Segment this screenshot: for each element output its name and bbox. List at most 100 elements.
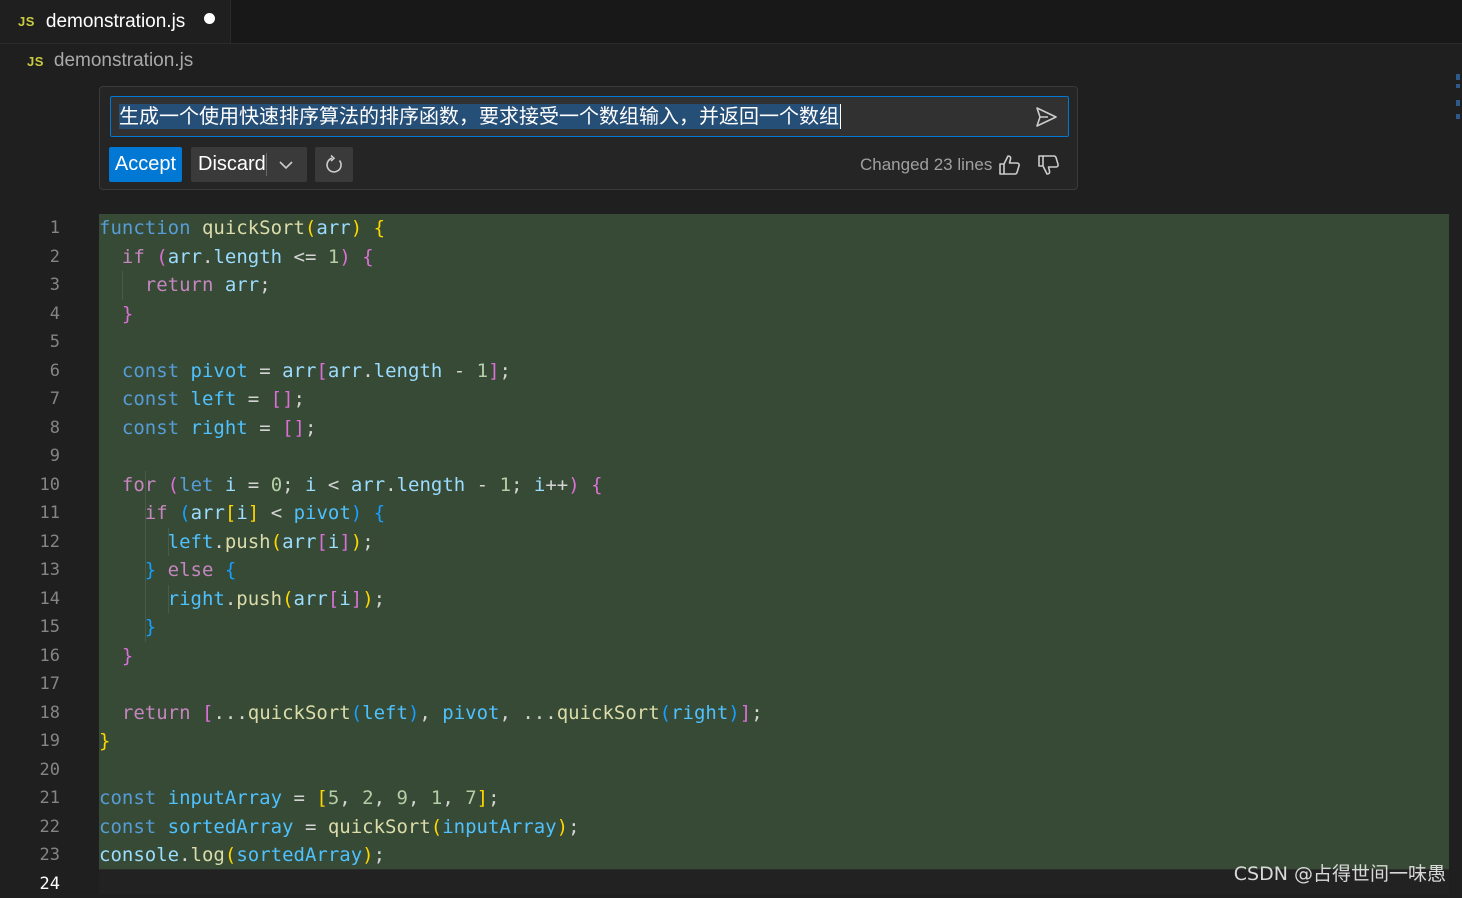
code-token: ] [248, 502, 259, 524]
thumbs-down-icon[interactable] [1036, 153, 1062, 177]
code-line[interactable]: } [99, 613, 156, 642]
code-token: length [213, 246, 282, 268]
code-token [580, 474, 591, 496]
line-number: 13 [0, 556, 60, 585]
code-token: ] [740, 702, 751, 724]
send-icon[interactable] [1034, 106, 1058, 128]
code-token: = [236, 388, 270, 410]
code-line[interactable]: } [99, 300, 133, 329]
code-token: arr [294, 588, 328, 610]
code-token: ( [271, 531, 282, 553]
code-token: right [671, 702, 728, 724]
line-number: 21 [0, 784, 60, 813]
code-token: = [282, 787, 316, 809]
code-token: log [191, 844, 225, 866]
line-number: 4 [0, 300, 60, 329]
code-line[interactable]: const inputArray = [5, 2, 9, 1, 7]; [99, 784, 500, 813]
discard-button[interactable]: Discard [191, 147, 307, 182]
code-token: [ [328, 588, 339, 610]
code-token: const [99, 816, 156, 838]
line-number: 7 [0, 385, 60, 414]
code-line[interactable]: } else { [99, 556, 236, 585]
line-number: 14 [0, 585, 60, 614]
code-line[interactable]: } [99, 642, 133, 671]
code-token: , [339, 787, 362, 809]
code-token: - [465, 474, 499, 496]
code-token [99, 645, 122, 667]
code-line[interactable]: const sortedArray = quickSort(inputArray… [99, 813, 580, 842]
line-number: 11 [0, 499, 60, 528]
code-token [156, 559, 167, 581]
code-line[interactable]: const pivot = arr[arr.length - 1]; [99, 357, 511, 386]
code-token: <= [282, 246, 328, 268]
code-token: arr [328, 360, 362, 382]
code-token: { [225, 559, 236, 581]
code-token: arr [225, 274, 259, 296]
minimap-markers[interactable] [1456, 74, 1460, 124]
code-token: ] [477, 787, 488, 809]
indent-guide [122, 271, 123, 300]
prompt-input[interactable]: 生成一个使用快速排序算法的排序函数，要求接受一个数组输入，并返回一个数组 [110, 96, 1069, 137]
code-token: arr [316, 217, 350, 239]
code-token: . [179, 844, 190, 866]
code-token: const [99, 787, 156, 809]
code-token: ) [557, 816, 568, 838]
code-editor[interactable]: 123456789101112131415161718192021222324 … [0, 214, 1462, 893]
code-token: function [99, 217, 191, 239]
code-token: ; [511, 474, 534, 496]
code-token: 7 [465, 787, 476, 809]
code-token: { [374, 502, 385, 524]
breadcrumb-filename[interactable]: demonstration.js [54, 50, 193, 72]
thumbs-up-icon[interactable] [997, 153, 1023, 177]
code-line[interactable]: const right = []; [99, 414, 316, 443]
code-line[interactable]: function quickSort(arr) { [99, 214, 385, 243]
code-token: ; [751, 702, 762, 724]
accept-button[interactable]: Accept [109, 147, 182, 182]
editor-tab-demonstration-js[interactable]: JS demonstration.js [0, 0, 231, 43]
code-token: pivot [191, 360, 248, 382]
code-token: let [179, 474, 213, 496]
code-token [99, 303, 122, 325]
code-token: left [191, 388, 237, 410]
code-token: ; [259, 274, 270, 296]
code-token [179, 417, 190, 439]
code-token: ) [362, 588, 373, 610]
line-number: 16 [0, 642, 60, 671]
code-token: if [145, 502, 168, 524]
code-token: ( [282, 588, 293, 610]
code-token: quickSort [328, 816, 431, 838]
code-token: 2 [362, 787, 373, 809]
prompt-text[interactable]: 生成一个使用快速排序算法的排序函数，要求接受一个数组输入，并返回一个数组 [119, 104, 841, 129]
code-token: ) [351, 217, 362, 239]
code-token: ; [488, 787, 499, 809]
code-token: ( [168, 474, 179, 496]
code-token: [ [225, 502, 236, 524]
code-line[interactable]: } [99, 727, 110, 756]
code-token: ) [728, 702, 739, 724]
code-token [99, 502, 145, 524]
code-line[interactable]: if (arr[i] < pivot) { [99, 499, 385, 528]
code-token: ) [339, 246, 350, 268]
code-token: 1 [328, 246, 339, 268]
code-token: const [122, 360, 179, 382]
code-line[interactable]: return [...quickSort(left), pivot, ...qu… [99, 699, 763, 728]
code-line[interactable]: right.push(arr[i]); [99, 585, 385, 614]
code-line[interactable]: return arr; [99, 271, 271, 300]
breadcrumb[interactable]: JS demonstration.js [27, 48, 193, 74]
code-token: i [534, 474, 545, 496]
code-token: if [122, 246, 145, 268]
code-token: { [374, 217, 385, 239]
line-number: 1 [0, 214, 60, 243]
code-line[interactable]: if (arr.length <= 1) { [99, 243, 374, 272]
code-token: [ [316, 360, 327, 382]
watermark: CSDN @占得世间一味愚 [1234, 859, 1446, 886]
chevron-down-icon[interactable] [275, 154, 297, 176]
code-token: 1 [500, 474, 511, 496]
code-line[interactable]: console.log(sortedArray); [99, 841, 385, 870]
line-number-gutter: 123456789101112131415161718192021222324 [0, 214, 99, 893]
regenerate-button[interactable] [315, 147, 353, 182]
code-line[interactable]: for (let i = 0; i < arr.length - 1; i++)… [99, 471, 603, 500]
unsaved-dot-icon[interactable] [204, 13, 215, 24]
code-line[interactable]: const left = []; [99, 385, 305, 414]
code-line[interactable]: left.push(arr[i]); [99, 528, 374, 557]
